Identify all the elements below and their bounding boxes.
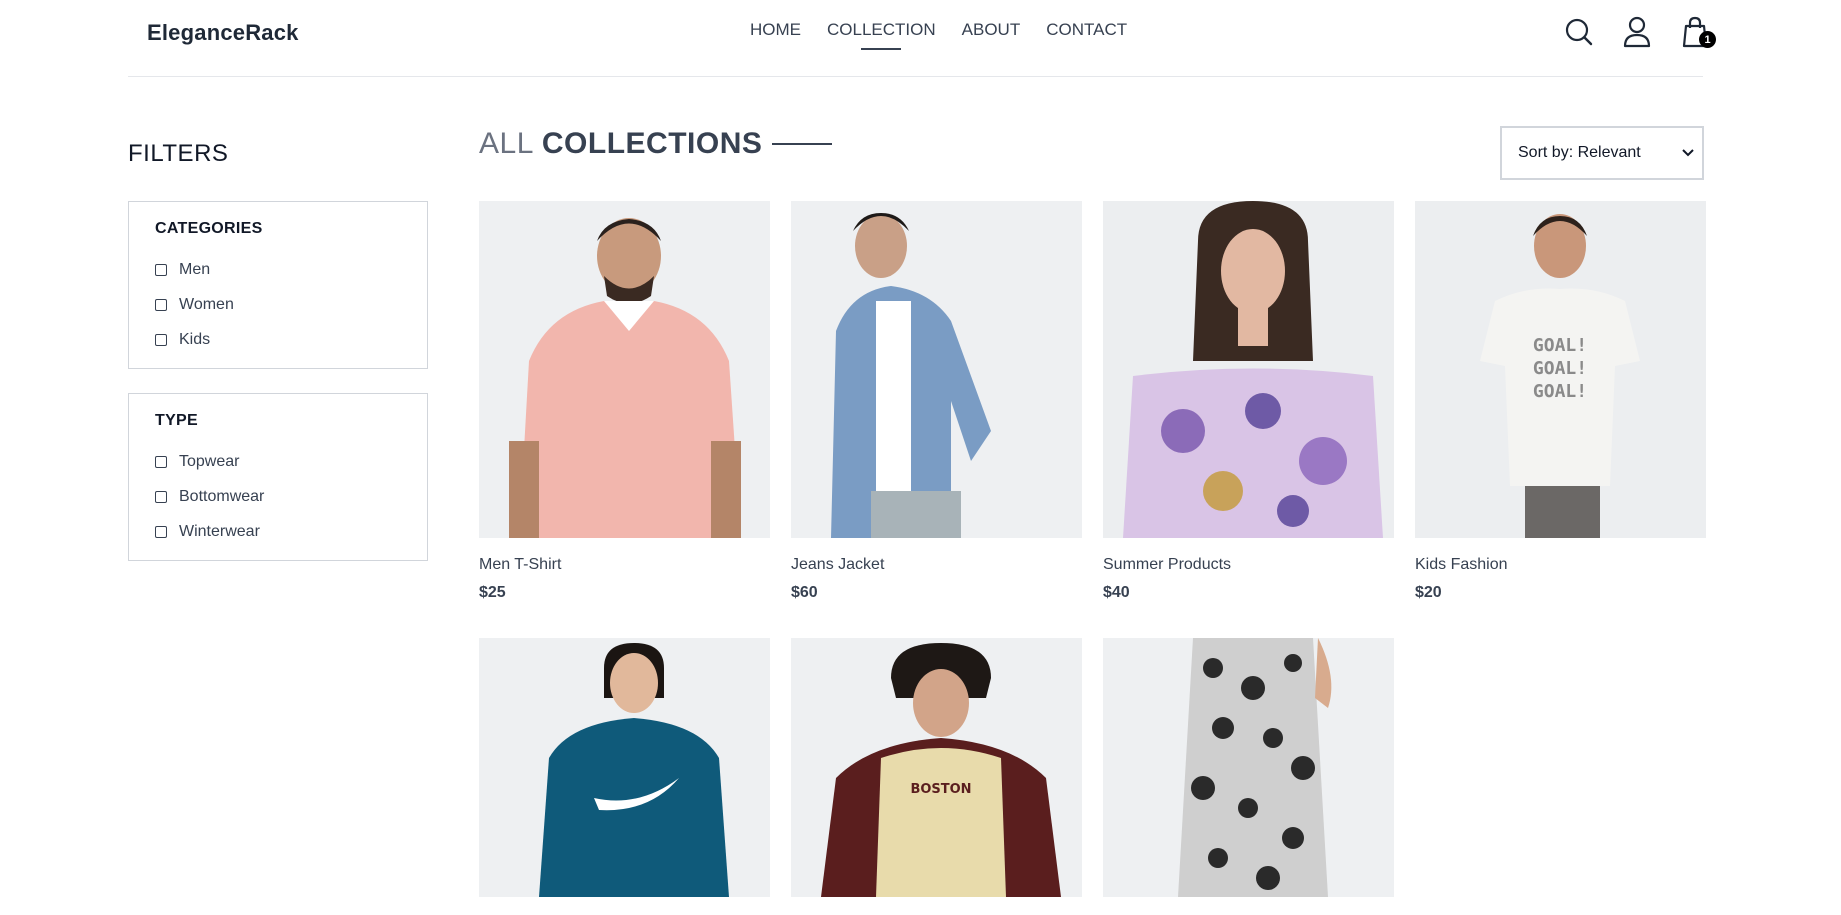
product-image[interactable] bbox=[479, 201, 770, 538]
product-name[interactable]: Kids Fashion bbox=[1415, 556, 1706, 574]
cart-count-badge: 1 bbox=[1699, 31, 1716, 48]
filter-option-men[interactable]: Men bbox=[155, 252, 401, 287]
product-price: $40 bbox=[1103, 584, 1130, 601]
checkbox[interactable] bbox=[155, 298, 167, 311]
title-part1: ALL bbox=[479, 127, 534, 160]
checkbox[interactable] bbox=[155, 263, 167, 276]
product-price: $25 bbox=[479, 584, 506, 601]
type-filter: TYPE Topwear Bottomwear Winterwear bbox=[128, 393, 428, 561]
product-image[interactable] bbox=[1103, 201, 1394, 538]
svg-text:GOAL!: GOAL! bbox=[1533, 381, 1587, 402]
product-card[interactable]: GOAL! GOAL! GOAL! Kids Fashion $20 bbox=[1415, 201, 1706, 602]
product-image[interactable] bbox=[791, 201, 1082, 538]
shopping-bag-icon[interactable]: 1 bbox=[1680, 16, 1716, 48]
product-card[interactable] bbox=[479, 638, 770, 915]
logo[interactable]: EleganceRack bbox=[147, 20, 299, 46]
categories-heading: CATEGORIES bbox=[155, 220, 263, 237]
user-icon[interactable] bbox=[1622, 16, 1652, 48]
filter-option-label: Winterwear bbox=[179, 522, 260, 540]
nav-contact[interactable]: CONTACT bbox=[1046, 20, 1127, 40]
title-underline bbox=[772, 143, 833, 145]
categories-filter: CATEGORIES Men Women Kids bbox=[128, 201, 428, 369]
product-card[interactable]: Jeans Jacket $60 bbox=[791, 201, 1082, 602]
filter-option-topwear[interactable]: Topwear bbox=[155, 444, 401, 479]
product-name[interactable]: Summer Products bbox=[1103, 556, 1394, 574]
svg-text:GOAL!: GOAL! bbox=[1533, 358, 1587, 379]
header-icons: 1 bbox=[1564, 16, 1716, 48]
filter-option-women[interactable]: Women bbox=[155, 287, 401, 322]
checkbox[interactable] bbox=[155, 490, 167, 503]
nav-about[interactable]: ABOUT bbox=[962, 20, 1021, 40]
filter-option-label: Men bbox=[179, 260, 211, 278]
main-nav: HOME COLLECTION ABOUT CONTACT bbox=[750, 20, 1127, 40]
filter-option-bottomwear[interactable]: Bottomwear bbox=[155, 479, 401, 514]
filter-option-label: Bottomwear bbox=[179, 487, 265, 505]
title-part2: COLLECTIONS bbox=[541, 127, 763, 160]
product-image[interactable]: GOAL! GOAL! GOAL! bbox=[1415, 201, 1706, 538]
filter-option-kids[interactable]: Kids bbox=[155, 322, 401, 357]
checkbox[interactable] bbox=[155, 455, 167, 468]
product-card[interactable]: Men T-Shirt $25 bbox=[479, 201, 770, 602]
sort-select-value: Sort by: Relevant bbox=[1518, 144, 1641, 161]
nav-collection[interactable]: COLLECTION bbox=[827, 20, 936, 40]
chevron-down-icon bbox=[1682, 149, 1694, 157]
sort-select[interactable]: Sort by: Relevant bbox=[1500, 126, 1704, 180]
filter-option-label: Kids bbox=[179, 330, 211, 348]
type-heading: TYPE bbox=[155, 412, 198, 429]
product-price: $20 bbox=[1415, 584, 1442, 601]
filter-option-label: Women bbox=[179, 295, 234, 313]
collections-title: ALL COLLECTIONS bbox=[479, 127, 833, 161]
nav-home[interactable]: HOME bbox=[750, 20, 801, 40]
product-name[interactable]: Jeans Jacket bbox=[791, 556, 1082, 574]
svg-text:BOSTON: BOSTON bbox=[910, 782, 971, 797]
product-price: $60 bbox=[791, 584, 818, 601]
product-image[interactable] bbox=[479, 638, 770, 897]
checkbox[interactable] bbox=[155, 525, 167, 538]
checkbox[interactable] bbox=[155, 333, 167, 346]
page: EleganceRack HOME COLLECTION ABOUT CONTA… bbox=[0, 0, 1841, 897]
filter-option-winterwear[interactable]: Winterwear bbox=[155, 514, 401, 549]
product-card[interactable]: Summer Products $40 bbox=[1103, 201, 1394, 602]
product-card[interactable]: BOSTON bbox=[791, 638, 1082, 915]
product-card[interactable] bbox=[1103, 638, 1394, 915]
product-name[interactable]: Men T-Shirt bbox=[479, 556, 770, 574]
header: EleganceRack HOME COLLECTION ABOUT CONTA… bbox=[128, 0, 1716, 77]
svg-text:GOAL!: GOAL! bbox=[1533, 335, 1587, 356]
filters-title[interactable]: FILTERS bbox=[128, 140, 228, 168]
product-image[interactable] bbox=[1103, 638, 1394, 897]
filter-option-label: Topwear bbox=[179, 452, 240, 470]
search-icon[interactable] bbox=[1564, 16, 1594, 48]
product-image[interactable]: BOSTON bbox=[791, 638, 1082, 897]
